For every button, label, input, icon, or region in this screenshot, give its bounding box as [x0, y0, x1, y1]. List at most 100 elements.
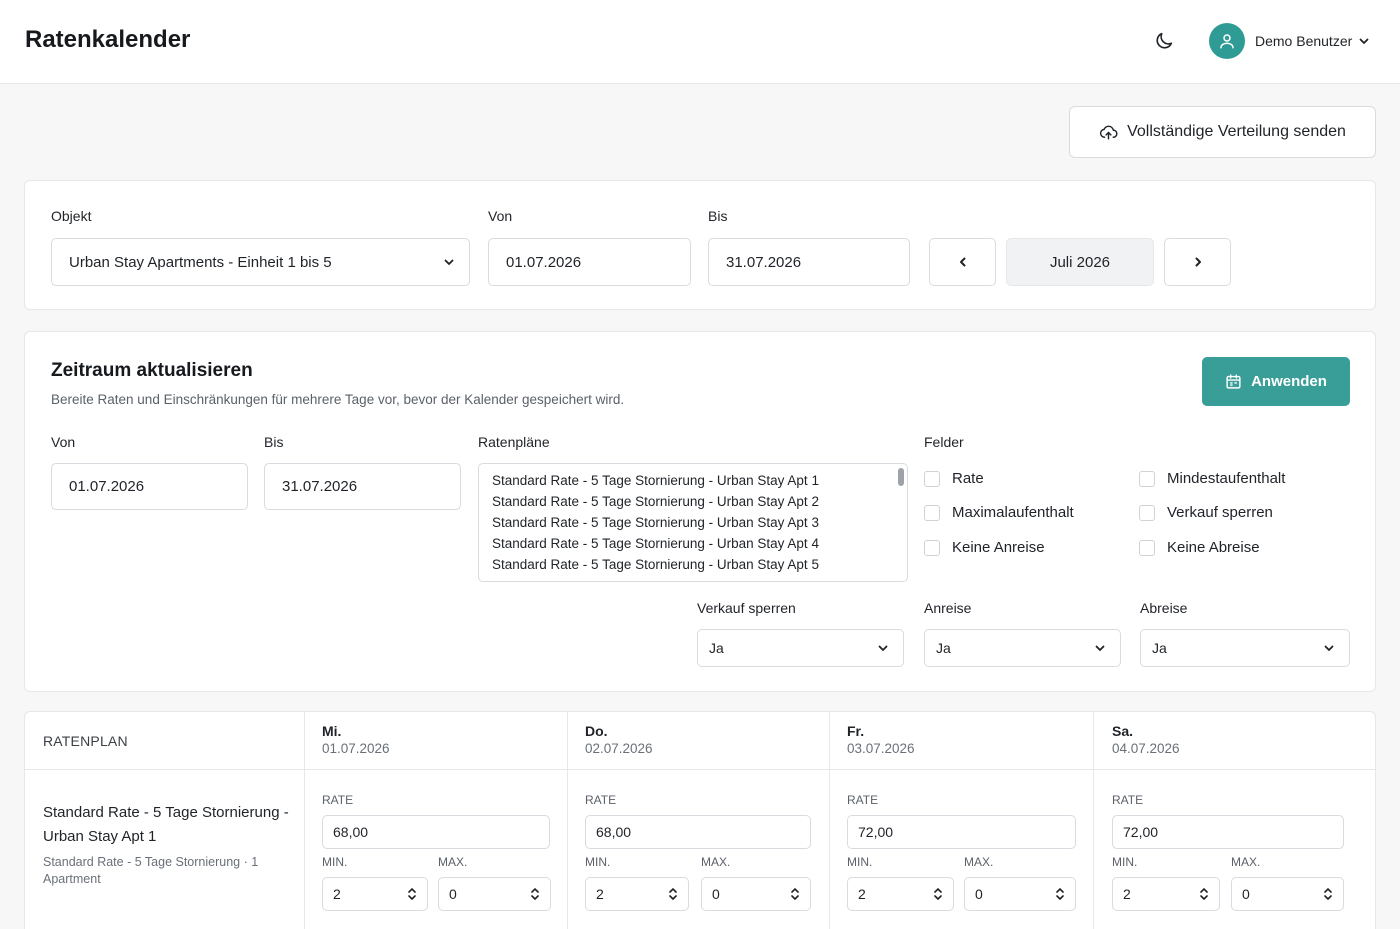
min-stay-stepper[interactable]: 2	[847, 877, 954, 911]
max-stay-stepper[interactable]: 0	[701, 877, 811, 911]
user-menu[interactable]: Demo Benutzer	[1209, 22, 1370, 60]
stop-sell-select[interactable]: Ja	[697, 629, 904, 667]
user-icon	[1220, 34, 1234, 49]
stepper-arrows-icon[interactable]	[668, 886, 678, 902]
checkbox[interactable]	[924, 470, 940, 487]
stop-sell-value: Ja	[709, 640, 724, 656]
fields-label: Felder	[924, 434, 964, 450]
min-stay-stepper[interactable]: 2	[322, 877, 428, 911]
max-label: MAX.	[1231, 855, 1261, 869]
send-button-label: Vollständige Verteilung senden	[1127, 123, 1346, 140]
update-from-label: Von	[51, 434, 76, 450]
max-stay-stepper[interactable]: 0	[1231, 877, 1344, 911]
rate-input[interactable]: 68,00	[585, 815, 811, 849]
chevron-down-icon	[1358, 35, 1370, 47]
checkbox[interactable]	[1139, 539, 1155, 556]
column-divider	[567, 712, 568, 929]
rate-plan-option[interactable]: Standard Rate - 5 Tage Stornierung - Urb…	[492, 473, 819, 488]
day-date: 03.07.2026	[847, 741, 915, 756]
rate-value: 72,00	[858, 824, 894, 840]
stepper-arrows-icon[interactable]	[1323, 886, 1333, 902]
min-value: 2	[858, 886, 866, 902]
rate-plan-option[interactable]: Standard Rate - 5 Tage Stornierung - Urb…	[492, 557, 819, 572]
max-label: MAX.	[964, 855, 994, 869]
rate-value: 72,00	[1123, 824, 1159, 840]
rate-plan-option[interactable]: Standard Rate - 5 Tage Stornierung - Urb…	[492, 536, 819, 551]
calendar-icon	[1226, 374, 1241, 389]
chevron-down-icon	[1323, 642, 1335, 654]
field-checkbox-no-departure[interactable]: Keine Abreise	[1139, 539, 1260, 556]
arrival-value: Ja	[936, 640, 951, 656]
max-label: MAX.	[701, 855, 731, 869]
next-month-button[interactable]	[1164, 238, 1231, 286]
departure-select[interactable]: Ja	[1140, 629, 1350, 667]
update-from-date-input[interactable]: 01.07.2026	[51, 463, 248, 510]
section-title: Zeitraum aktualisieren	[51, 360, 253, 381]
chevron-down-icon	[877, 642, 889, 654]
stepper-arrows-icon[interactable]	[1199, 886, 1209, 902]
min-label: MIN.	[585, 855, 611, 869]
rate-input[interactable]: 68,00	[322, 815, 550, 849]
rate-plans-label: Ratenpläne	[478, 434, 550, 450]
field-checkbox-max-stay[interactable]: Maximalaufenthalt	[924, 504, 1074, 521]
day-date: 04.07.2026	[1112, 741, 1180, 756]
rate-label: RATE	[322, 793, 354, 807]
max-stay-stepper[interactable]: 0	[438, 877, 551, 911]
min-stay-stepper[interactable]: 2	[585, 877, 689, 911]
current-month: Juli 2026	[1006, 238, 1154, 286]
field-checkbox-no-arrival[interactable]: Keine Anreise	[924, 539, 1045, 556]
user-name: Demo Benutzer	[1255, 33, 1353, 49]
to-date-input[interactable]: 31.07.2026	[708, 238, 910, 286]
field-checkbox-stop-sell[interactable]: Verkauf sperren	[1139, 504, 1273, 521]
min-value: 2	[596, 886, 604, 902]
stepper-arrows-icon[interactable]	[530, 886, 540, 902]
object-select[interactable]: Urban Stay Apartments - Einheit 1 bis 5	[51, 238, 470, 286]
top-bar: Ratenkalender Demo Benutzer	[0, 0, 1400, 84]
checkbox[interactable]	[1139, 504, 1155, 521]
checkbox-label: Keine Anreise	[952, 539, 1045, 556]
stepper-arrows-icon[interactable]	[1055, 886, 1065, 902]
field-checkbox-min-stay[interactable]: Mindestaufenthalt	[1139, 470, 1285, 487]
checkbox[interactable]	[1139, 470, 1155, 487]
min-value: 2	[1123, 886, 1131, 902]
update-to-date-input[interactable]: 31.07.2026	[264, 463, 461, 510]
send-full-distribution-button[interactable]: Vollständige Verteilung senden	[1069, 106, 1376, 158]
day-name: Fr.	[847, 723, 865, 739]
rate-table: RATENPLAN Mi. 01.07.2026 Do. 02.07.2026 …	[24, 711, 1376, 929]
min-label: MIN.	[1112, 855, 1138, 869]
update-period-card: Zeitraum aktualisieren Bereite Raten und…	[24, 331, 1376, 692]
rate-plan-option[interactable]: Standard Rate - 5 Tage Stornierung - Urb…	[492, 494, 819, 509]
field-checkbox-rate[interactable]: Rate	[924, 470, 984, 487]
min-stay-stepper[interactable]: 2	[1112, 877, 1220, 911]
checkbox[interactable]	[924, 504, 940, 521]
checkbox-label: Keine Abreise	[1167, 539, 1260, 556]
max-stay-stepper[interactable]: 0	[964, 877, 1076, 911]
page-title: Ratenkalender	[25, 26, 191, 53]
apply-button[interactable]: Anwenden	[1202, 357, 1350, 406]
rate-plans-listbox[interactable]: Standard Rate - 5 Tage Stornierung - Urb…	[478, 463, 908, 582]
stepper-arrows-icon[interactable]	[933, 886, 943, 902]
checkbox-label: Rate	[952, 470, 984, 487]
arrival-select[interactable]: Ja	[924, 629, 1121, 667]
rate-input[interactable]: 72,00	[1112, 815, 1344, 849]
chevron-down-icon	[443, 256, 455, 268]
listbox-scrollbar[interactable]	[898, 468, 904, 486]
object-select-value: Urban Stay Apartments - Einheit 1 bis 5	[69, 253, 332, 271]
rate-plan-option[interactable]: Standard Rate - 5 Tage Stornierung - Urb…	[492, 515, 819, 530]
column-divider	[829, 712, 830, 929]
from-date-input[interactable]: 01.07.2026	[488, 238, 691, 286]
min-value: 2	[333, 886, 341, 902]
rate-input[interactable]: 72,00	[847, 815, 1076, 849]
day-name: Sa.	[1112, 723, 1134, 739]
checkbox[interactable]	[924, 539, 940, 556]
chevron-down-icon	[1094, 642, 1106, 654]
stepper-arrows-icon[interactable]	[407, 886, 417, 902]
avatar	[1209, 23, 1245, 59]
checkbox-label: Verkauf sperren	[1167, 504, 1273, 521]
chevron-left-icon	[959, 257, 965, 267]
previous-month-button[interactable]	[929, 238, 996, 286]
stepper-arrows-icon[interactable]	[790, 886, 800, 902]
max-value: 0	[1242, 886, 1250, 902]
rate-label: RATE	[585, 793, 617, 807]
theme-toggle-button[interactable]	[1150, 27, 1178, 55]
